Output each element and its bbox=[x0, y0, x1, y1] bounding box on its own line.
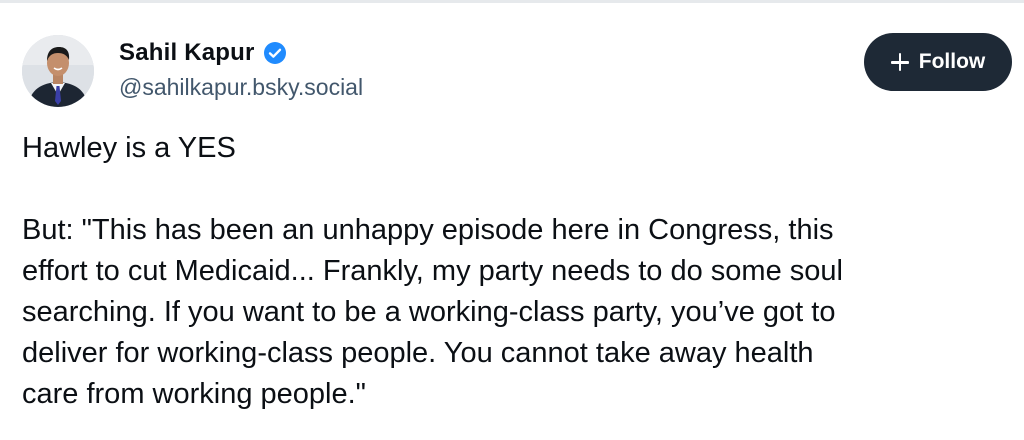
plus-icon bbox=[890, 53, 909, 71]
author-handle[interactable]: @sahilkapur.bsky.social bbox=[119, 74, 363, 101]
post: Sahil Kapur @sahilkapur.bsky.social Foll… bbox=[0, 0, 1024, 440]
post-text-blank-line bbox=[22, 169, 1012, 210]
author-name-row: Sahil Kapur bbox=[119, 36, 287, 70]
avatar-image bbox=[22, 35, 94, 107]
author-display-name[interactable]: Sahil Kapur bbox=[119, 39, 255, 67]
verified-check-icon bbox=[263, 41, 287, 65]
follow-button-label: Follow bbox=[918, 50, 986, 73]
avatar[interactable] bbox=[22, 35, 94, 107]
post-text-line: But: "This has been an unhappy episode h… bbox=[22, 214, 834, 246]
post-text-line: effort to cut Medicaid... Frankly, my pa… bbox=[22, 255, 843, 287]
post-text-line: deliver for working-class people. You ca… bbox=[22, 337, 814, 369]
post-text-line: Hawley is a YES bbox=[22, 132, 236, 164]
post-text-line: care from working people." bbox=[22, 378, 366, 410]
post-text: Hawley is a YES But: "This has been an u… bbox=[22, 128, 1012, 415]
post-text-line: searching. If you want to be a working-c… bbox=[22, 296, 836, 328]
follow-button[interactable]: Follow bbox=[864, 33, 1012, 91]
